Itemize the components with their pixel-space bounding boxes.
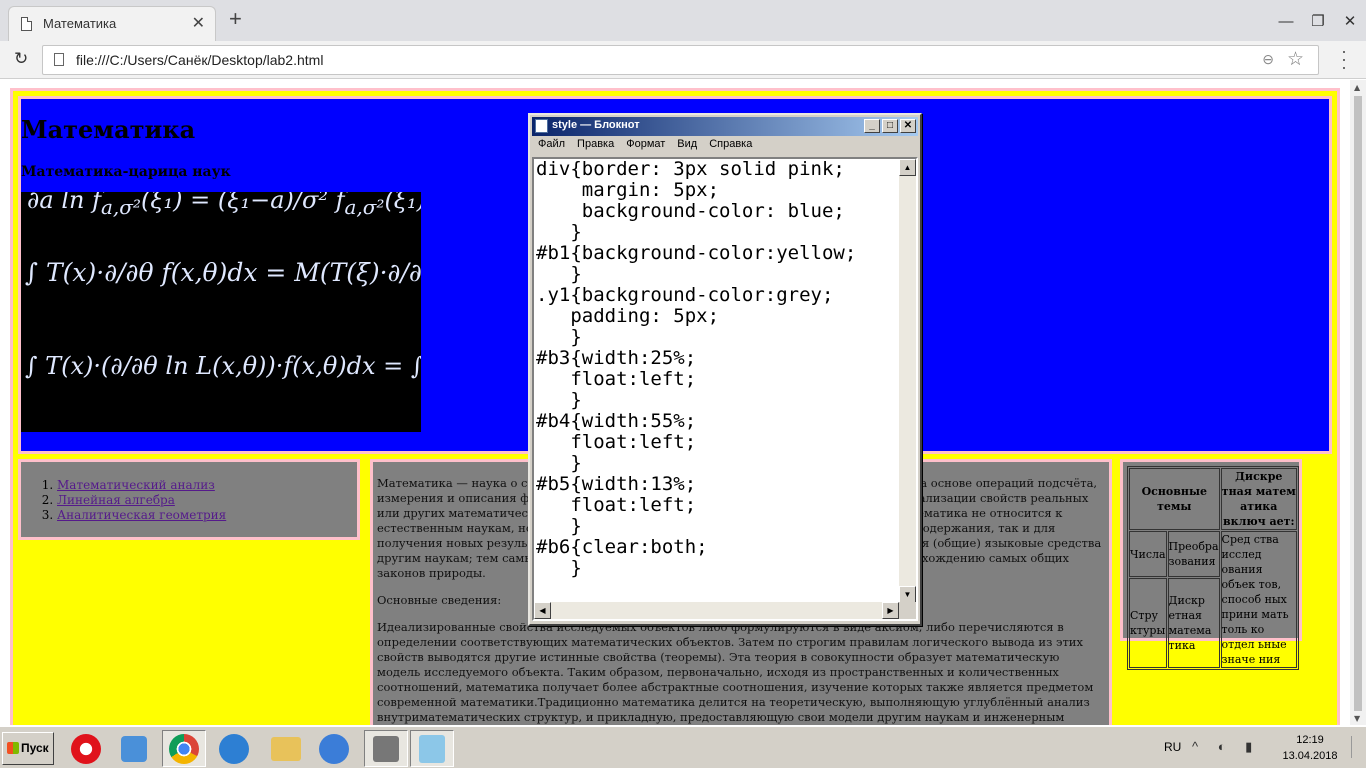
scroll-down-icon[interactable]: ▼: [899, 586, 916, 603]
chrome-icon[interactable]: [162, 730, 206, 767]
link-linear-algebra[interactable]: Линейная алгебра: [57, 493, 175, 507]
browser-menu-icon[interactable]: · · ·: [1341, 42, 1347, 76]
media-player-icon[interactable]: [112, 730, 156, 767]
notepad-close-button[interactable]: ✕: [900, 119, 916, 133]
list-item: Линейная алгебра: [57, 493, 226, 508]
scroll-up-icon[interactable]: ▲: [899, 159, 916, 176]
zoom-icon[interactable]: ⊖: [1262, 51, 1274, 68]
browser-tab-strip: Математика ✕ + — ❐ ✕: [0, 0, 1366, 41]
notepad-window-controls: _ □ ✕: [864, 119, 916, 133]
notepad-title: style — Блокнот: [552, 119, 640, 131]
link-math-analysis[interactable]: Математический анализ: [57, 478, 215, 492]
tab-close-button[interactable]: ✕: [192, 13, 205, 33]
notepad-menubar: Файл Правка Формат Вид Справка: [532, 138, 758, 156]
table-cell: Сред ства исслед ования объек тов, спосо…: [1220, 531, 1297, 668]
mail-icon[interactable]: [312, 730, 356, 767]
link-analytic-geometry[interactable]: Аналитическая геометрия: [57, 508, 226, 522]
volume-app-icon[interactable]: [212, 730, 256, 767]
restore-button[interactable]: ❐: [1302, 0, 1334, 41]
list-item: Математический анализ: [57, 478, 226, 493]
taskbar: Пуск RU ^ ◐ ▮ 12:19 13.04.2018: [0, 725, 1366, 768]
menu-view[interactable]: Вид: [671, 138, 703, 156]
clock[interactable]: 12:19 13.04.2018: [1280, 732, 1340, 764]
table-row: Числа Преобра зования Сред ства исслед о…: [1129, 531, 1297, 668]
notepad-minimize-button[interactable]: _: [864, 119, 880, 133]
topics-table: Основные темы Дискре тная матем атика вк…: [1127, 466, 1299, 670]
show-desktop-button[interactable]: [1351, 736, 1363, 758]
table-header: Дискре тная матем атика включ ает:: [1220, 468, 1297, 530]
scrollbar-thumb[interactable]: [1354, 96, 1362, 711]
page-icon: [21, 17, 32, 31]
news-icon[interactable]: [364, 730, 408, 767]
notepad-horizontal-scrollbar[interactable]: ◀ ▶: [534, 602, 899, 619]
menu-file[interactable]: Файл: [532, 138, 571, 156]
browser-tab[interactable]: Математика ✕: [8, 6, 216, 41]
table-row: Основные темы Дискре тная матем атика вк…: [1129, 468, 1297, 530]
clock-time: 12:19: [1296, 734, 1324, 746]
notepad-window[interactable]: style — Блокнот _ □ ✕ Файл Правка Формат…: [528, 113, 922, 626]
new-tab-button[interactable]: +: [229, 8, 242, 30]
scroll-up-icon[interactable]: ▲: [1354, 83, 1360, 92]
notepad-titlebar[interactable]: style — Блокнот _ □ ✕: [532, 117, 918, 136]
scroll-left-icon[interactable]: ◀: [534, 602, 551, 619]
browser-toolbar: ↻ file:///C:/Users/Санёк/Desktop/lab2.ht…: [0, 41, 1366, 79]
minimize-button[interactable]: —: [1270, 0, 1302, 41]
tray-icons[interactable]: ^ ◐ ▮: [1192, 739, 1260, 755]
menu-help[interactable]: Справка: [703, 138, 758, 156]
table-block: Основные темы Дискре тная матем атика вк…: [1120, 459, 1302, 670]
nav-block: Математический анализ Линейная алгебра А…: [18, 459, 360, 540]
tab-title: Математика: [43, 16, 117, 31]
table-cell: Дискр етная матема тика: [1167, 578, 1220, 668]
notepad-editor[interactable]: div{border: 3px solid pink; margin: 5px;…: [532, 157, 918, 621]
notepad-vertical-scrollbar[interactable]: ▲ ▼: [899, 159, 916, 603]
table-cell: Стру ктуры: [1129, 578, 1167, 668]
window-controls: — ❐ ✕: [1270, 0, 1366, 41]
system-tray: RU ^ ◐ ▮ 12:19 13.04.2018: [1164, 730, 1366, 767]
page-subtitle: Математика-царица наук: [21, 164, 231, 180]
close-window-button[interactable]: ✕: [1334, 0, 1366, 41]
notepad-icon[interactable]: [410, 730, 454, 767]
notepad-maximize-button[interactable]: □: [882, 119, 898, 133]
explorer-icon[interactable]: [264, 730, 308, 767]
notepad-app-icon: [535, 119, 548, 133]
language-indicator[interactable]: RU: [1164, 740, 1181, 754]
article-paragraph: Идеализированные свойства исследуемых об…: [377, 620, 1094, 724]
bookmark-star-icon[interactable]: ☆: [1287, 48, 1304, 71]
table-cell: Числа: [1129, 531, 1167, 578]
url-text[interactable]: file:///C:/Users/Санёк/Desktop/lab2.html: [76, 52, 323, 68]
scroll-right-icon[interactable]: ▶: [882, 602, 899, 619]
page-scrollbar[interactable]: ▲ ▼: [1350, 80, 1366, 725]
table-cell: Преобра зования: [1167, 531, 1220, 578]
address-bar[interactable]: file:///C:/Users/Санёк/Desktop/lab2.html…: [42, 45, 1319, 75]
math-formulas-image: ∂a ln fa,σ²(ξ₁) = (ξ₁−a)/σ² fa,σ²(ξ₁) = …: [21, 192, 421, 432]
file-icon: [54, 53, 64, 66]
start-button[interactable]: Пуск: [2, 732, 54, 765]
resize-grip[interactable]: [899, 602, 916, 619]
table-header: Основные темы: [1129, 468, 1220, 530]
topics-list: Математический анализ Линейная алгебра А…: [57, 478, 226, 523]
menu-format[interactable]: Формат: [620, 138, 671, 156]
page-title: Математика: [21, 115, 196, 144]
list-item: Аналитическая геометрия: [57, 508, 226, 523]
notepad-text-content[interactable]: div{border: 3px solid pink; margin: 5px;…: [536, 159, 900, 599]
scroll-down-icon[interactable]: ▼: [1354, 714, 1360, 723]
refresh-icon[interactable]: ↻: [14, 49, 28, 69]
clock-date: 13.04.2018: [1282, 750, 1338, 762]
opera-icon[interactable]: [64, 730, 108, 767]
menu-edit[interactable]: Правка: [571, 138, 620, 156]
